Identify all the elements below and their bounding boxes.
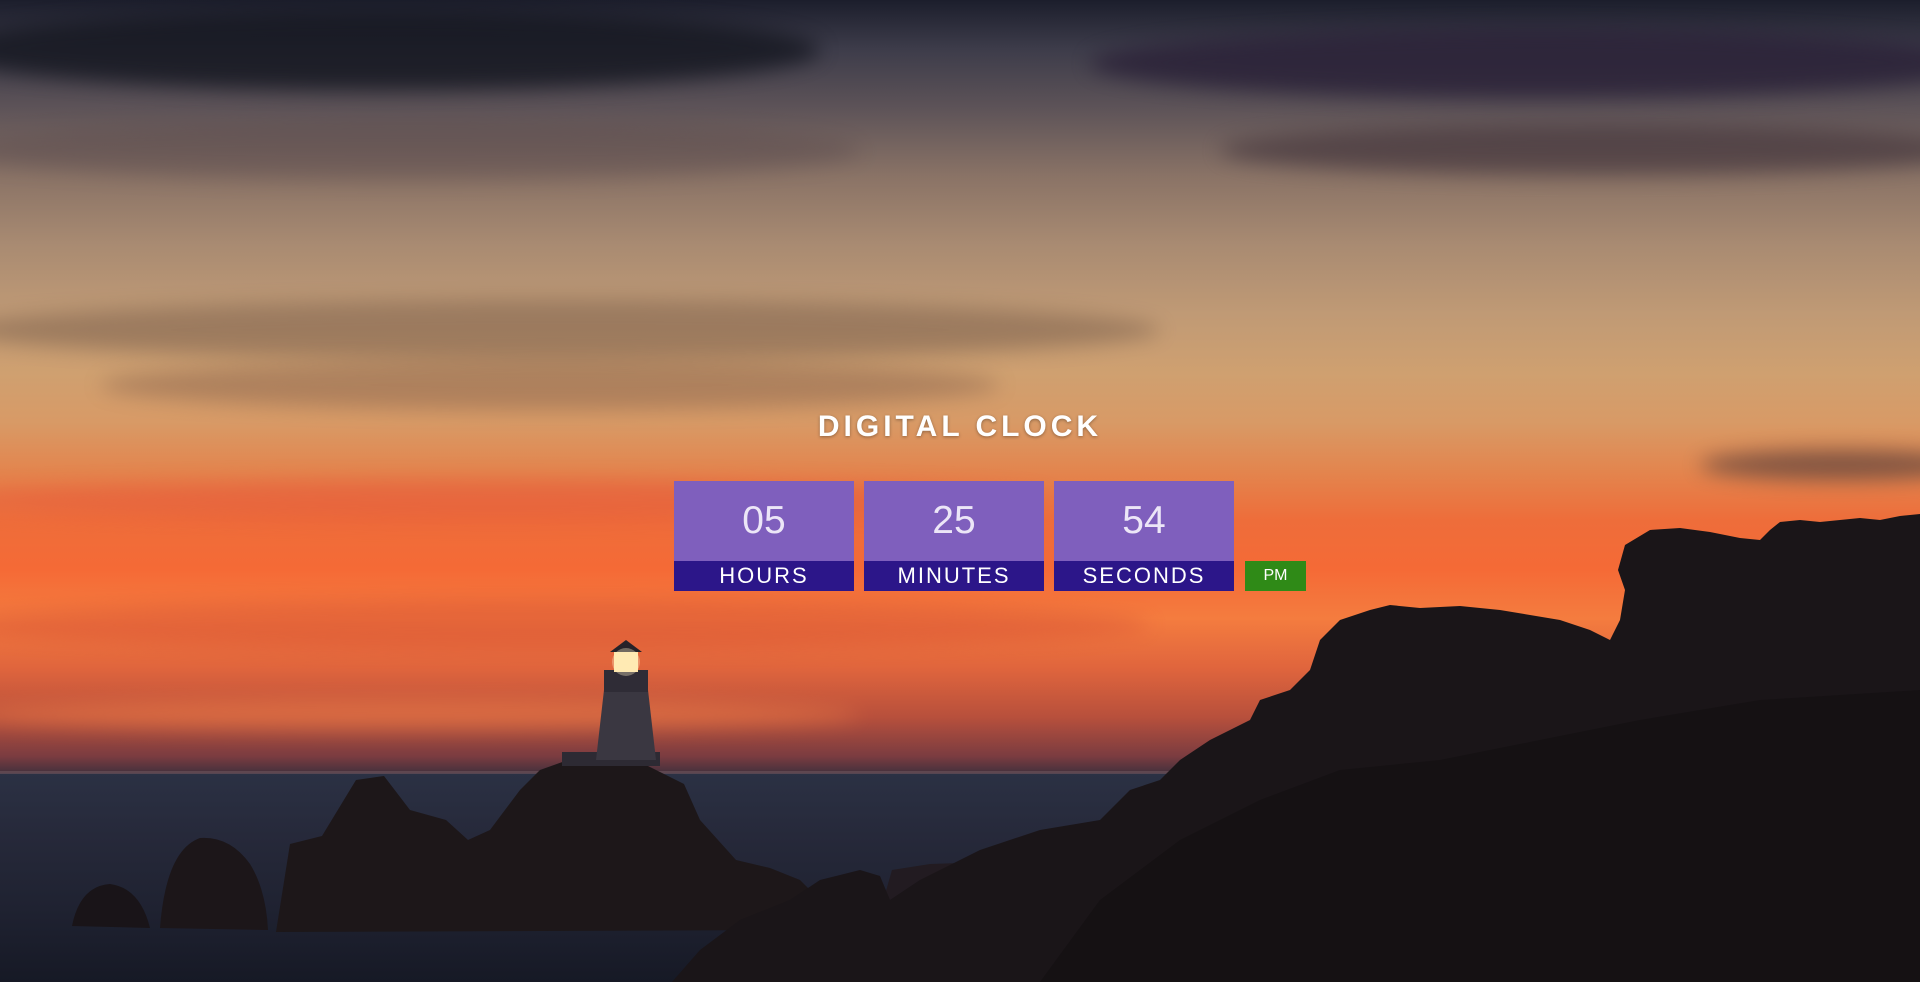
seconds-unit: 54 SECONDS: [1054, 481, 1234, 591]
am-pm-badge: PM: [1245, 561, 1306, 591]
clock-title: DIGITAL CLOCK: [817, 410, 1103, 443]
minutes-unit: 25 MINUTES: [864, 481, 1044, 591]
lighthouse-glow: [612, 648, 640, 676]
rock-left-mid: [160, 837, 268, 930]
seconds-value: 54: [1054, 481, 1234, 561]
rock-left-small: [72, 884, 150, 928]
digital-clock: DIGITAL CLOCK 05 HOURS 25 MINUTES 54 SEC…: [674, 0, 1306, 982]
hours-unit: 05 HOURS: [674, 481, 854, 591]
hours-value: 05: [674, 481, 854, 561]
minutes-label: MINUTES: [864, 561, 1044, 591]
hours-label: HOURS: [674, 561, 854, 591]
minutes-value: 25: [864, 481, 1044, 561]
lighthouse-tower: [596, 690, 656, 760]
app-window: DIGITAL CLOCK 05 HOURS 25 MINUTES 54 SEC…: [0, 0, 1920, 982]
seconds-label: SECONDS: [1054, 561, 1234, 591]
